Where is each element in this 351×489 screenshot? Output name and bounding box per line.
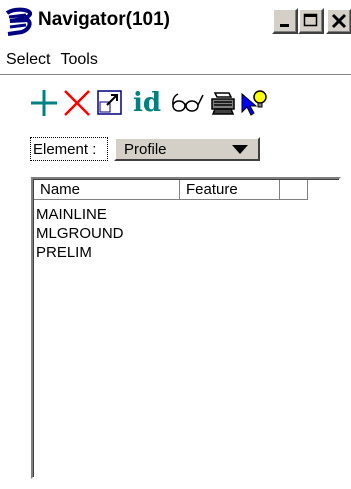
list-header: Name Feature [34, 180, 338, 200]
menu-bar: Select Tools [0, 46, 351, 74]
app-logo-icon [5, 7, 32, 36]
maximize-button[interactable] [298, 8, 324, 34]
list-item[interactable]: PRELIM [36, 243, 124, 262]
menu-tools[interactable]: Tools [60, 51, 97, 69]
printer-icon [211, 92, 235, 115]
chevron-down-icon[interactable] [232, 145, 248, 154]
pointer-help-button[interactable] [238, 86, 270, 120]
id-button[interactable]: id [127, 86, 167, 120]
title-bar[interactable]: Navigator(101) [0, 0, 351, 46]
navigator-window: Navigator(101) Select Tools id Element:… [0, 0, 351, 489]
window-title: Navigator(101) [38, 9, 170, 30]
print-button[interactable] [207, 86, 239, 120]
element-dropdown[interactable]: Profile [114, 137, 260, 161]
zoom-window-icon [97, 90, 122, 115]
element-selected-value: Profile [124, 140, 167, 158]
column-header-extra[interactable] [280, 180, 308, 200]
add-icon [31, 90, 57, 116]
list-item[interactable]: MAINLINE [36, 205, 124, 224]
glasses-icon [172, 93, 204, 112]
column-header-name[interactable]: Name [34, 180, 180, 200]
minimize-icon [280, 24, 289, 27]
maximize-icon [303, 13, 318, 27]
list-item[interactable]: MLGROUND [36, 224, 124, 243]
menu-divider [0, 74, 351, 76]
element-list[interactable]: Name Feature MAINLINE MLGROUND PRELIM [31, 177, 341, 479]
add-button[interactable] [28, 86, 60, 120]
zoom-window-button[interactable] [94, 86, 126, 120]
list-body: MAINLINE MLGROUND PRELIM [36, 205, 124, 262]
id-text: id [132, 88, 162, 118]
menu-select[interactable]: Select [6, 51, 50, 69]
element-label: Element : [30, 137, 108, 161]
column-header-feature[interactable]: Feature [180, 180, 280, 200]
delete-button[interactable] [61, 86, 93, 120]
delete-icon [64, 90, 90, 116]
close-button[interactable] [326, 8, 351, 34]
pointer-bulb-icon [241, 90, 267, 116]
review-button[interactable] [169, 86, 205, 120]
close-icon [331, 13, 347, 29]
minimize-button[interactable] [272, 8, 298, 34]
